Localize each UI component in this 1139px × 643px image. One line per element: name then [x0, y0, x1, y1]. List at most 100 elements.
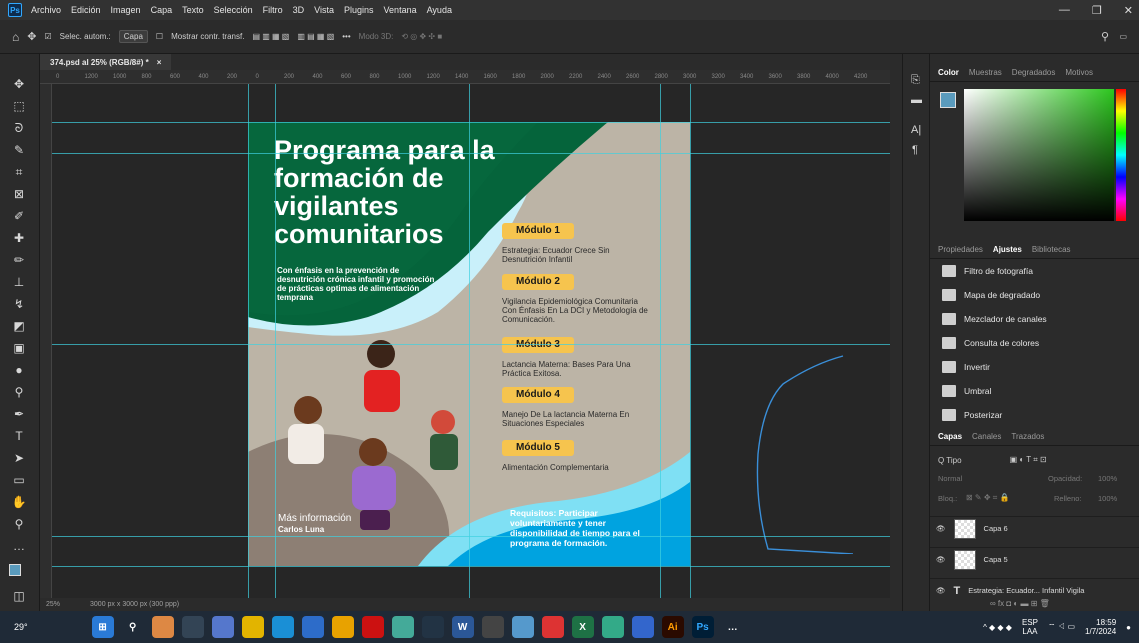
layer-row[interactable]: 👁 Capa 5 [930, 547, 1139, 571]
photoshop-taskbar-icon[interactable]: Ps [691, 616, 714, 638]
more-apps-icon[interactable]: … [722, 616, 744, 638]
adjustment-gradient-map[interactable]: Mapa de degradado [942, 285, 1040, 305]
hue-slider[interactable] [1116, 89, 1126, 221]
history-icon[interactable]: ⎘ [911, 74, 920, 87]
zoom-tool-icon[interactable]: ⚲ [10, 516, 28, 532]
weather-widget[interactable]: 29° [14, 622, 28, 632]
blur-tool-icon[interactable]: ● [10, 362, 28, 378]
marquee-tool-icon[interactable]: ⬚ [10, 98, 28, 114]
adjustment-posterize[interactable]: Posterizar [942, 405, 1002, 425]
tab-propiedades[interactable]: Propiedades [938, 245, 983, 254]
restore-icon[interactable]: ❐ [1092, 4, 1102, 17]
visibility-eye-icon[interactable]: 👁 [936, 555, 946, 564]
layer-filter-dropdown[interactable]: Q Tipo [938, 456, 962, 465]
menu-texto[interactable]: Texto [177, 5, 209, 15]
search-icon[interactable]: ⚲ [122, 616, 144, 638]
menu-capa[interactable]: Capa [146, 5, 178, 15]
layer-select-dropdown[interactable]: Capa [118, 30, 148, 43]
gradient-tool-icon[interactable]: ▣ [10, 340, 28, 356]
excel-icon[interactable]: X [571, 616, 594, 638]
app-icon[interactable] [421, 616, 444, 638]
store-icon[interactable] [301, 616, 324, 638]
menu-imagen[interactable]: Imagen [106, 5, 146, 15]
app-icon[interactable] [631, 616, 654, 638]
hand-tool-icon[interactable]: ✋ [10, 494, 28, 510]
vertical-scrollbar[interactable] [890, 70, 902, 598]
move-tool-icon[interactable]: ✥ [10, 76, 28, 92]
document-tab[interactable]: 374.psd al 25% (RGB/8#) * × [40, 54, 172, 70]
settings-icon[interactable] [511, 616, 534, 638]
tab-bibliotecas[interactable]: Bibliotecas [1032, 245, 1071, 254]
color-picker-field[interactable] [964, 89, 1114, 221]
blend-mode-dropdown[interactable]: Normal [938, 474, 962, 483]
history-brush-tool-icon[interactable]: ↯ [10, 296, 28, 312]
lasso-tool-icon[interactable]: ᘐ [10, 120, 28, 136]
adjustment-color-lookup[interactable]: Consulta de colores [942, 333, 1039, 353]
menu-ayuda[interactable]: Ayuda [422, 5, 457, 15]
type-tool-icon[interactable]: T [10, 428, 28, 444]
layer-filter-icons[interactable]: ▣ ◐ T ⌗ ⊡ [1010, 455, 1047, 465]
menu-filtro[interactable]: Filtro [258, 5, 288, 15]
eraser-tool-icon[interactable]: ◩ [10, 318, 28, 334]
brush-tool-icon[interactable]: ✏ [10, 252, 28, 268]
edge-icon[interactable] [271, 616, 294, 638]
search-icon[interactable]: ⚲ [1101, 30, 1109, 43]
language-label[interactable]: ESP [1022, 618, 1038, 627]
move-tool-icon[interactable]: ✥ [27, 30, 36, 43]
lock-icons[interactable]: ⊠ ✎ ✥ ⌗ 🔒 [966, 493, 1009, 503]
minimize-icon[interactable]: — [1059, 4, 1070, 16]
tab-trazados[interactable]: Trazados [1011, 432, 1044, 441]
illustrator-icon[interactable]: Ai [661, 616, 684, 638]
distribute-icon[interactable]: ▥ ▤ ▦ ▧ [297, 32, 334, 41]
tab-capas[interactable]: Capas [938, 432, 962, 441]
adjustment-photo-filter[interactable]: Filtro de fotografía [942, 261, 1033, 281]
character-icon[interactable]: A| [911, 124, 921, 136]
path-select-tool-icon[interactable]: ➤ [10, 450, 28, 466]
fill-value[interactable]: 100% [1098, 494, 1117, 503]
notification-icon[interactable]: ● [1126, 623, 1131, 632]
visibility-eye-icon[interactable]: 👁 [936, 586, 946, 595]
tab-canales[interactable]: Canales [972, 432, 1001, 441]
teams-icon[interactable] [211, 616, 234, 638]
app-icon[interactable] [181, 616, 204, 638]
tab-motivos[interactable]: Motivos [1065, 68, 1093, 77]
menu-archivo[interactable]: Archivo [26, 5, 66, 15]
quick-mask-icon[interactable]: ◫ [10, 588, 28, 604]
app-icon[interactable] [391, 616, 414, 638]
align-icon[interactable]: ▤ ▥ ▦ ▧ [252, 32, 289, 41]
frame-tool-icon[interactable]: ⊠ [10, 186, 28, 202]
clock-time[interactable]: 18:59 [1085, 618, 1116, 627]
layer-row[interactable]: 👁 Capa 6 [930, 516, 1139, 540]
tab-muestras[interactable]: Muestras [969, 68, 1002, 77]
start-icon[interactable]: ⊞ [91, 616, 114, 638]
visibility-eye-icon[interactable]: 👁 [936, 524, 946, 533]
app-icon[interactable] [601, 616, 624, 638]
word-icon[interactable]: W [451, 616, 474, 638]
tab-color[interactable]: Color [938, 68, 959, 77]
layer-actions[interactable]: ∞ fx ◘ ◐ ▬ ⊞ 🗑 [990, 599, 1050, 608]
canvas-area[interactable]: 0 1200 1000 800 600 400 200 0 200 400 600 800 1000 12… [40, 70, 902, 598]
tab-ajustes[interactable]: Ajustes [993, 245, 1022, 254]
healing-tool-icon[interactable]: ✚ [10, 230, 28, 246]
foreground-color-chip[interactable] [940, 92, 956, 108]
comments-icon[interactable]: ▬ [911, 94, 922, 106]
app-icon[interactable] [151, 616, 174, 638]
menu-seleccion[interactable]: Selección [209, 5, 258, 15]
dodge-tool-icon[interactable]: ⚲ [10, 384, 28, 400]
close-icon[interactable]: ✕ [1124, 4, 1133, 17]
close-tab-icon[interactable]: × [157, 58, 162, 67]
eyedropper-tool-icon[interactable]: ✐ [10, 208, 28, 224]
tab-degradados[interactable]: Degradados [1012, 68, 1056, 77]
quick-select-tool-icon[interactable]: ✎ [10, 142, 28, 158]
more-icon[interactable]: ••• [342, 32, 350, 41]
paragraph-icon[interactable]: ¶ [912, 144, 918, 156]
chrome-icon[interactable] [331, 616, 354, 638]
menu-3d[interactable]: 3D [288, 5, 310, 15]
menu-ventana[interactable]: Ventana [379, 5, 422, 15]
app-icon[interactable] [541, 616, 564, 638]
workspace-icon[interactable]: ▭ [1119, 32, 1127, 41]
adjustment-threshold[interactable]: Umbral [942, 381, 991, 401]
auto-select-checkbox[interactable]: ☑ [44, 32, 51, 41]
zoom-level[interactable]: 25% [46, 601, 60, 608]
crop-tool-icon[interactable]: ⌗ [10, 164, 28, 180]
